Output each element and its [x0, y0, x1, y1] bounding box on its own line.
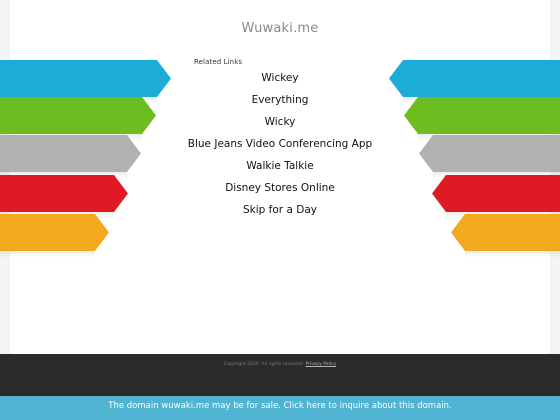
arrow-ribbon-left-icon: [451, 214, 560, 251]
right-ribbon-gray: [419, 135, 560, 179]
arrow-ribbon-left-icon: [432, 175, 560, 212]
related-link-skip-for-a-day[interactable]: Skip for a Day: [140, 202, 420, 224]
right-ribbon-red: [432, 175, 560, 219]
arrow-ribbon-left-icon: [419, 135, 560, 172]
related-links-label: Related Links: [194, 58, 243, 66]
arrow-ribbon-right-icon: [0, 97, 156, 134]
arrow-ribbon-right-icon: [0, 135, 141, 172]
related-link-wickey[interactable]: Wickey: [140, 70, 420, 92]
left-ribbon-green: [0, 97, 156, 141]
page-background: Wuwaki.me Related Links Wickey Everythin…: [0, 0, 560, 354]
arrow-ribbon-right-icon: [0, 214, 109, 251]
site-title: Wuwaki.me: [241, 21, 319, 36]
domain-sale-banner[interactable]: The domain wuwaki.me may be for sale. Cl…: [0, 396, 560, 420]
related-link-walkie-talkie[interactable]: Walkie Talkie: [140, 158, 420, 180]
footer: Copyright 2020. All rights reserved. Pri…: [0, 354, 560, 396]
footer-text: Copyright 2020. All rights reserved. Pri…: [0, 362, 560, 367]
related-link-blue-jeans[interactable]: Blue Jeans Video Conferencing App: [140, 136, 420, 158]
related-link-disney-stores[interactable]: Disney Stores Online: [140, 180, 420, 202]
arrow-ribbon-left-icon: [404, 97, 560, 134]
right-ribbon-orange: [451, 214, 560, 258]
arrow-ribbon-right-icon: [0, 175, 128, 212]
privacy-policy-link[interactable]: Privacy Policy: [306, 362, 337, 367]
left-ribbon-red: [0, 175, 128, 219]
copyright-text: Copyright 2020. All rights reserved.: [223, 362, 305, 367]
related-links-list: Wickey Everything Wicky Blue Jeans Video…: [140, 70, 420, 224]
left-ribbon-orange: [0, 214, 109, 258]
right-ribbon-green: [404, 97, 560, 141]
related-link-everything[interactable]: Everything: [140, 92, 420, 114]
related-link-wicky[interactable]: Wicky: [140, 114, 420, 136]
left-ribbon-gray: [0, 135, 141, 179]
